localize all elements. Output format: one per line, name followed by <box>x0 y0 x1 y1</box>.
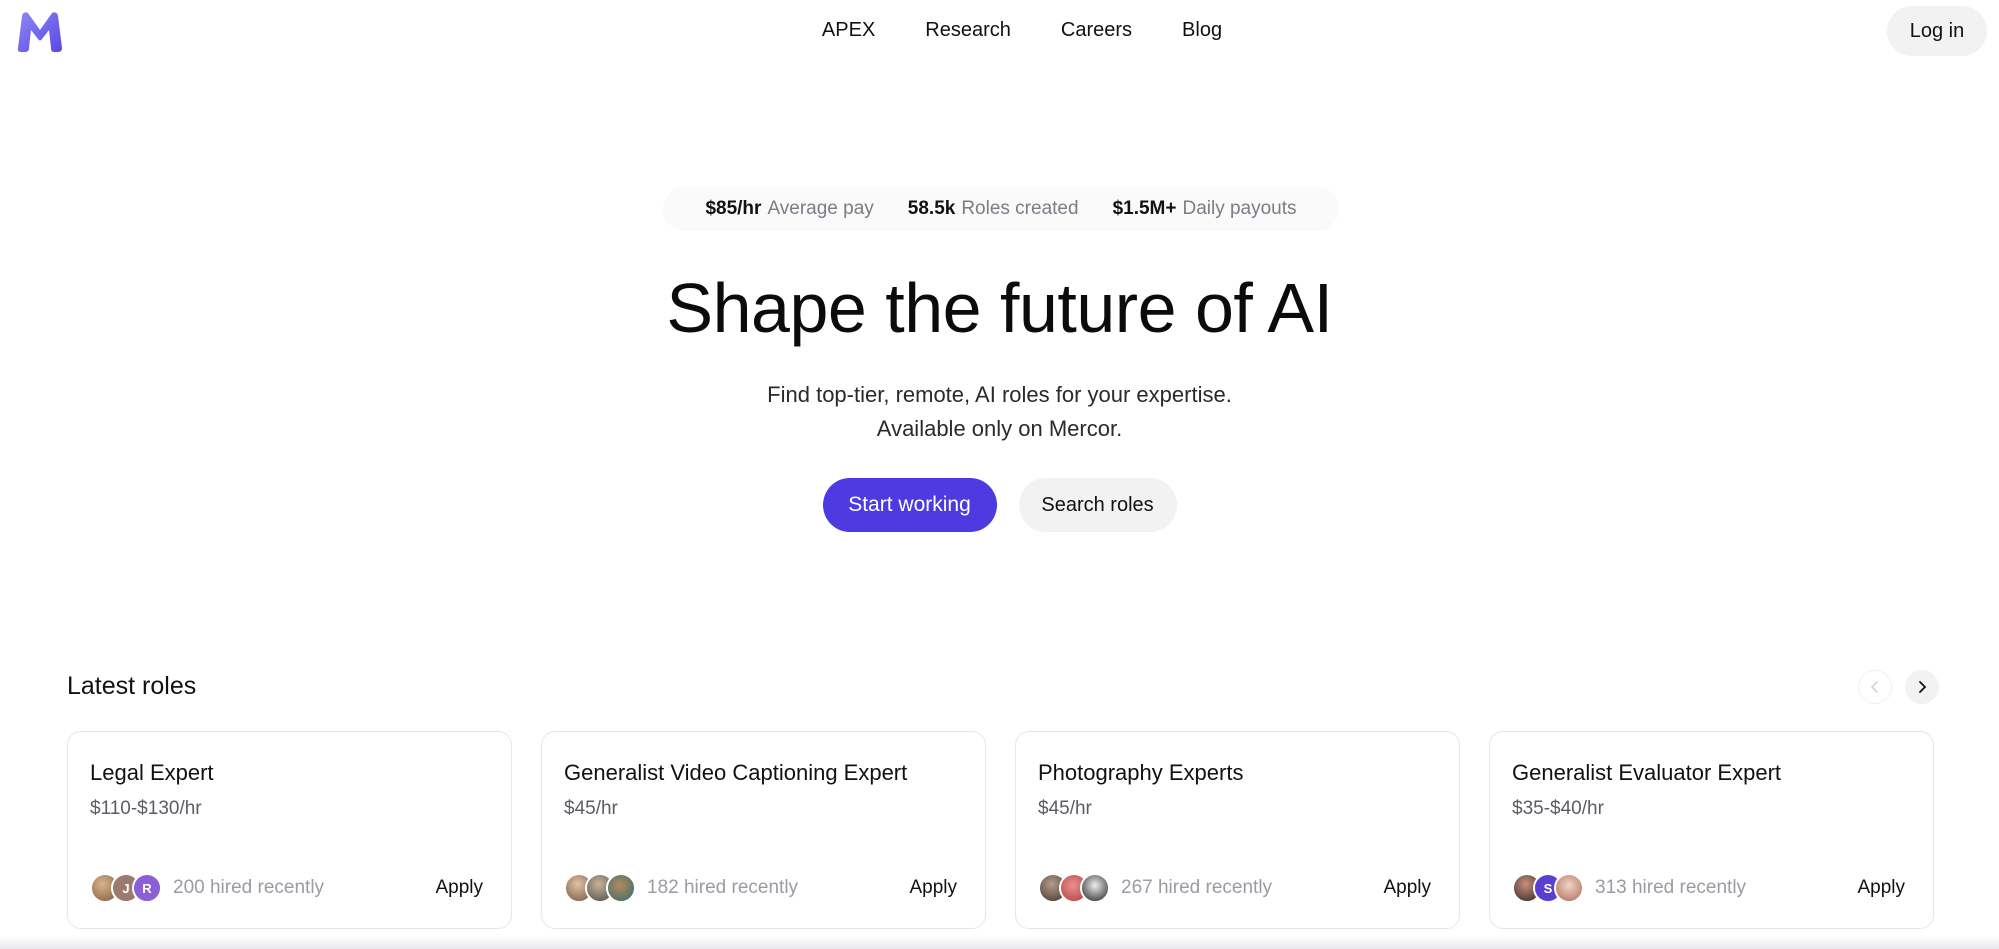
hired-count: 182 hired recently <box>647 877 799 898</box>
avatar <box>606 873 636 903</box>
apply-button[interactable]: Apply <box>435 877 483 899</box>
stat-value: $1.5M+ <box>1112 198 1177 219</box>
avatar: R <box>132 873 162 903</box>
apply-button[interactable]: Apply <box>909 877 957 899</box>
role-title: Generalist Video Captioning Expert <box>564 760 908 785</box>
hero-title: Shape the future of AI <box>666 269 1333 347</box>
avatar-group <box>1038 873 1110 903</box>
role-title: Legal Expert <box>90 760 214 785</box>
role-card-generalist-evaluator[interactable]: Generalist Evaluator Expert $35-$40/hr S… <box>1489 731 1934 929</box>
apply-button[interactable]: Apply <box>1383 877 1431 899</box>
avatar <box>1554 873 1584 903</box>
search-roles-button[interactable]: Search roles <box>1018 478 1177 532</box>
hero-subtitle-line-1: Find top-tier, remote, AI roles for your… <box>767 382 1232 407</box>
role-footer: S 313 hired recently Apply <box>1512 873 1905 903</box>
stat-label: Average pay <box>767 198 874 219</box>
nav-research[interactable]: Research <box>925 18 1011 42</box>
role-footer: 267 hired recently Apply <box>1038 873 1431 903</box>
role-pay: $45/hr <box>564 798 618 819</box>
role-card-photography[interactable]: Photography Experts $45/hr 267 hired rec… <box>1015 731 1460 929</box>
hired-count: 313 hired recently <box>1595 877 1747 898</box>
hero-subtitle: Find top-tier, remote, AI roles for your… <box>0 378 1999 446</box>
avatar-group <box>564 873 636 903</box>
stat-value: $85/hr <box>705 198 762 219</box>
nav-careers[interactable]: Careers <box>1061 18 1132 42</box>
role-footer: 182 hired recently Apply <box>564 873 957 903</box>
stat-roles-created: 58.5k Roles created <box>908 198 1079 220</box>
hired-count: 267 hired recently <box>1121 877 1273 898</box>
role-footer: J R 200 hired recently Apply <box>90 873 483 903</box>
hero-subtitle-line-2: Available only on Mercor. <box>876 416 1123 441</box>
start-working-button[interactable]: Start working <box>822 478 997 532</box>
role-card-video-captioning[interactable]: Generalist Video Captioning Expert $45/h… <box>541 731 986 929</box>
avatar <box>1080 873 1110 903</box>
avatar-group: S <box>1512 873 1584 903</box>
role-card-legal-expert[interactable]: Legal Expert $110-$130/hr J R 200 hired … <box>67 731 512 929</box>
apply-button[interactable]: Apply <box>1857 877 1905 899</box>
chevron-right-icon[interactable] <box>1905 670 1939 704</box>
nav-blog[interactable]: Blog <box>1182 18 1222 42</box>
role-pay: $110-$130/hr <box>90 798 202 819</box>
stat-label: Daily payouts <box>1182 198 1297 219</box>
page: APEX Research Careers Blog Log in $85/hr… <box>0 0 1999 949</box>
latest-roles-heading: Latest roles <box>67 672 197 700</box>
role-title: Generalist Evaluator Expert <box>1512 760 1782 785</box>
hired-count: 200 hired recently <box>173 877 325 898</box>
stat-daily-payouts: $1.5M+ Daily payouts <box>1113 198 1297 220</box>
role-pay: $35-$40/hr <box>1512 798 1604 819</box>
roles-carousel: Legal Expert $110-$130/hr J R 200 hired … <box>67 731 1934 929</box>
top-nav: APEX Research Careers Blog <box>0 18 1999 42</box>
role-pay: $45/hr <box>1038 798 1092 819</box>
avatar-group: J R <box>90 873 162 903</box>
nav-apex[interactable]: APEX <box>822 18 875 42</box>
hero-cta-row: Start working Search roles <box>0 478 1999 532</box>
role-title: Photography Experts <box>1038 760 1244 785</box>
stat-average-pay: $85/hr Average pay <box>705 198 873 220</box>
bottom-fade <box>0 935 1999 949</box>
chevron-left-icon[interactable] <box>1858 670 1892 704</box>
login-button[interactable]: Log in <box>1887 6 1987 56</box>
stat-label: Roles created <box>961 198 1079 219</box>
stats-pill: $85/hr Average pay 58.5k Roles created $1.… <box>663 187 1339 231</box>
stat-value: 58.5k <box>907 198 956 219</box>
